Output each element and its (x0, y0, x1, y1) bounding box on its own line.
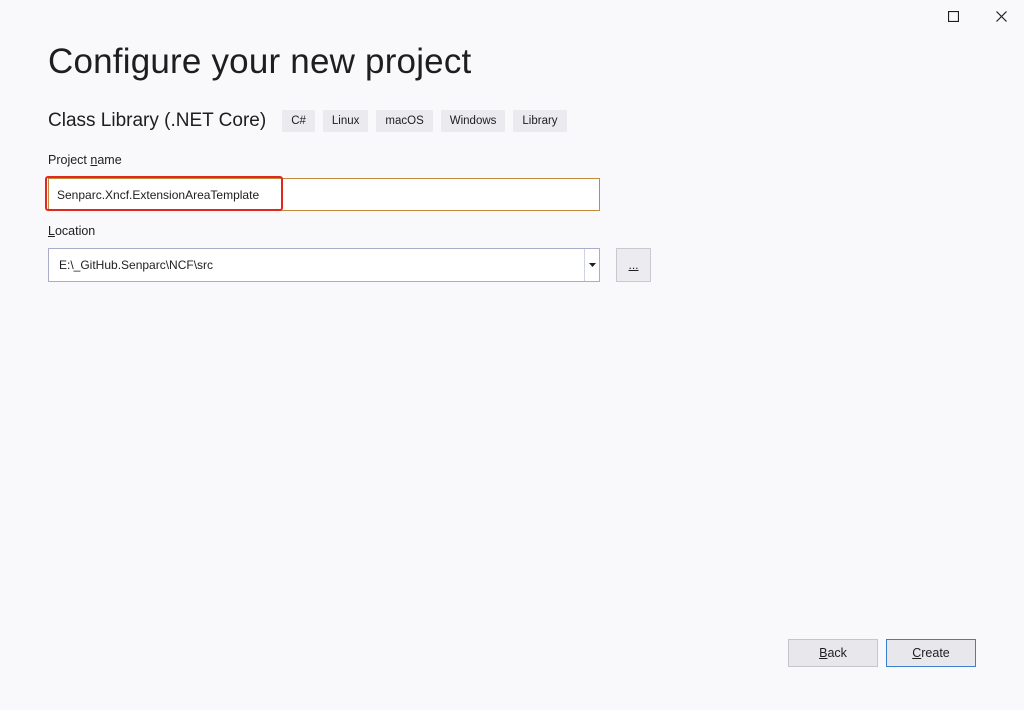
maximize-icon (947, 10, 959, 22)
tag-language: C# (282, 110, 315, 132)
close-icon (995, 10, 1007, 22)
create-button[interactable]: Create (886, 639, 976, 667)
project-name-input[interactable] (48, 178, 600, 211)
location-label: Location (48, 224, 96, 238)
browse-location-button[interactable]: ... (616, 248, 651, 282)
template-summary: Class Library (.NET Core) C# Linux macOS… (48, 108, 575, 134)
page-title: Configure your new project (48, 42, 472, 81)
tag-platform-linux: Linux (322, 110, 369, 132)
tag-platform-macos: macOS (376, 110, 433, 132)
location-combobox[interactable]: E:\_GitHub.Senparc\NCF\src (48, 248, 600, 282)
back-button[interactable]: Back (788, 639, 878, 667)
tag-project-type: Library (513, 110, 567, 132)
maximize-button[interactable] (930, 0, 976, 32)
location-value[interactable]: E:\_GitHub.Senparc\NCF\src (49, 258, 584, 272)
tag-platform-windows: Windows (440, 110, 506, 132)
template-name: Class Library (.NET Core) (48, 110, 267, 131)
project-name-label: Project name (48, 153, 122, 167)
dropdown-arrow-icon[interactable] (585, 249, 599, 281)
close-button[interactable] (978, 0, 1024, 32)
configure-project-window: Configure your new project Class Library… (0, 0, 1024, 710)
